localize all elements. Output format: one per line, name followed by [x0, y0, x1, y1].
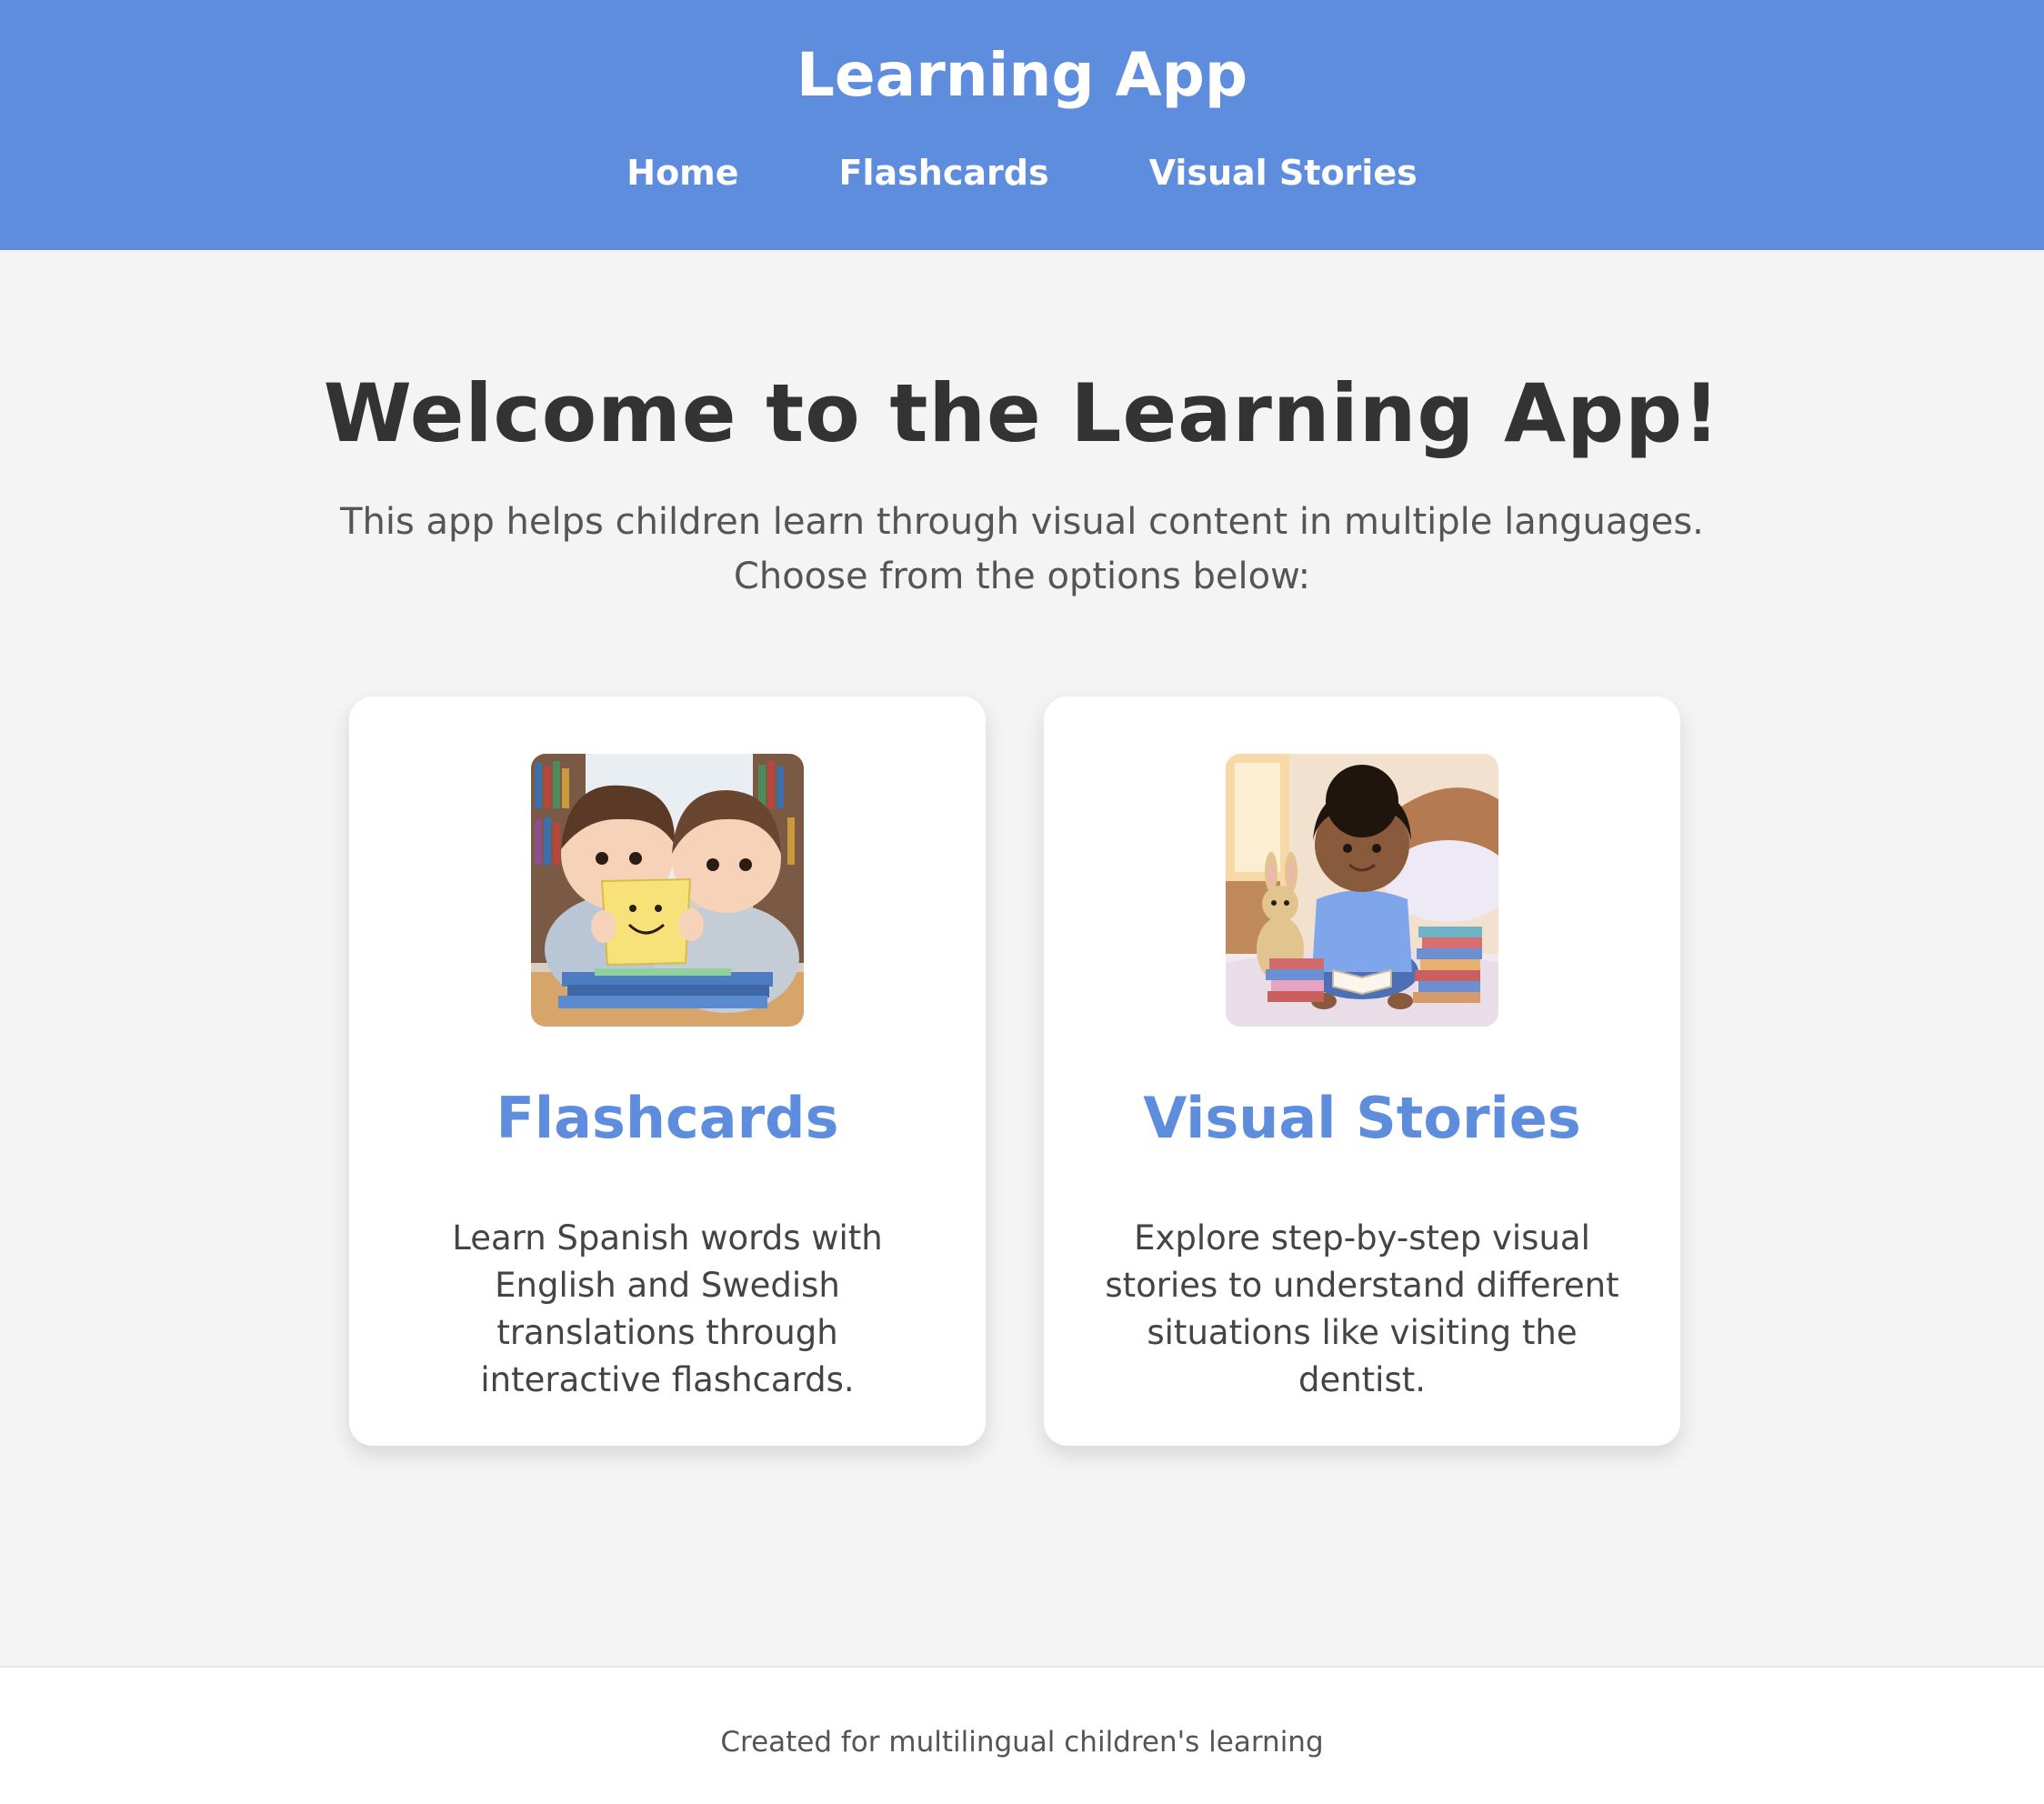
main-nav: Home Flashcards Visual Stories	[0, 145, 2044, 200]
intro-text: This app helps children learn through vi…	[340, 501, 1704, 597]
visual-stories-card-description: Explore step-by-step visual stories to u…	[1105, 1218, 1619, 1399]
site-footer: Created for multilingual children's lear…	[0, 1666, 2044, 1804]
flashcards-card-description: Learn Spanish words with English and Swe…	[452, 1218, 883, 1399]
visual-stories-image-icon	[1226, 754, 1498, 1027]
site-header: Learning App Home Flashcards Visual Stor…	[0, 0, 2044, 250]
nav-link-flashcards[interactable]: Flashcards	[839, 145, 1049, 200]
footer-text: Created for multilingual children's lear…	[720, 1726, 1324, 1759]
app-title: Learning App	[796, 40, 1248, 110]
flashcards-image-icon	[531, 754, 804, 1027]
welcome-heading: Welcome to the Learning App!	[323, 366, 1721, 460]
visual-stories-card[interactable]: Visual Stories Explore step-by-step visu…	[1044, 697, 1680, 1446]
visual-stories-illustration	[1226, 754, 1498, 1027]
visual-stories-card-title[interactable]: Visual Stories	[1044, 1082, 1680, 1155]
nav-link-home[interactable]: Home	[626, 145, 738, 200]
flashcards-card-title[interactable]: Flashcards	[349, 1082, 986, 1155]
flashcards-illustration	[531, 754, 804, 1027]
nav-link-visual-stories[interactable]: Visual Stories	[1149, 145, 1418, 200]
flashcards-card[interactable]: Flashcards Learn Spanish words with Engl…	[349, 697, 986, 1446]
